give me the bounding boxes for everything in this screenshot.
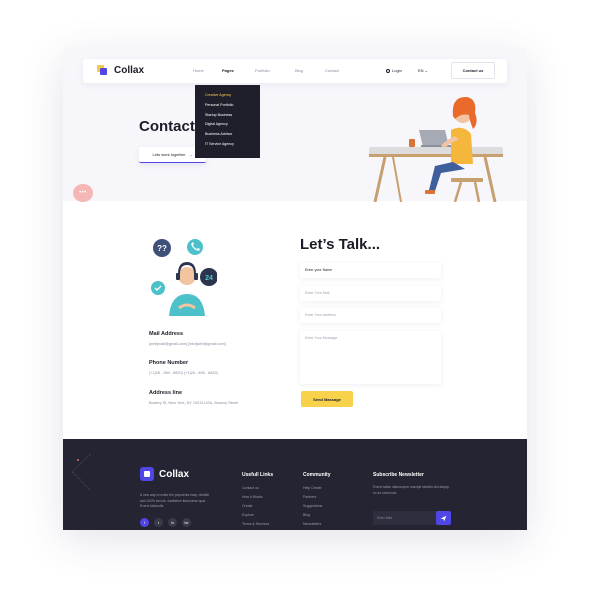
footer-link-help-center[interactable]: Help Center — [303, 486, 322, 490]
useful-links-title: Usefull Links — [242, 472, 274, 478]
dropdown-item-it-service-agency[interactable]: IT Service Agency — [195, 142, 260, 152]
chat-bubble-dots: ••• — [79, 190, 87, 196]
address-input[interactable]: Enter Your Address — [300, 308, 441, 323]
mail-address-value: [web]mail@gmail.com] [info]web@gmail.com… — [149, 342, 226, 346]
behance-icon[interactable]: be — [182, 518, 191, 527]
logo-icon — [97, 65, 108, 76]
social-links: f t in be — [140, 518, 191, 527]
dropdown-item-personal-portfolio[interactable]: Personal Portfolio — [195, 103, 260, 113]
nav-blog[interactable]: Blog — [295, 68, 303, 73]
dropdown-item-digital-agency[interactable]: Digital Agency — [195, 122, 260, 132]
login-label: Login — [392, 68, 402, 73]
address-line-title: Address line — [149, 390, 183, 396]
clock-24-icon: 24 — [205, 275, 213, 282]
footer-link-blog[interactable]: Blog — [303, 513, 310, 517]
dropdown-item-startup-business[interactable]: Startup Business — [195, 113, 260, 123]
form-title: Let’s Talk... — [300, 236, 381, 253]
nav-pages[interactable]: Pages — [222, 68, 234, 73]
brand-name: Collax — [114, 65, 145, 76]
dropdown-item-business-advisor[interactable]: Business Advisor — [195, 132, 260, 142]
footer-link-how-it-works[interactable]: How it Works — [242, 495, 263, 499]
login-link[interactable]: Login — [386, 68, 402, 73]
send-message-button[interactable]: Send Massage — [301, 391, 353, 407]
footer-link-create[interactable]: Create — [242, 504, 253, 508]
linkedin-icon[interactable]: in — [168, 518, 177, 527]
pages-dropdown-menu: Creative Agency Personal Portfolio Start… — [195, 85, 260, 158]
footer-logo-icon — [140, 467, 154, 481]
mail-address-title: Mail Address — [149, 331, 184, 337]
footer-brand-name: Collax — [159, 468, 190, 480]
footer-link-suggestions[interactable]: Suggestions — [303, 504, 322, 508]
question-icon: ?? — [157, 244, 167, 253]
footer-link-terms[interactable]: Terms & Services — [242, 522, 269, 526]
woman-at-desk-illustration — [369, 96, 503, 202]
dropdown-item-creative-agency[interactable]: Creative Agency — [195, 93, 260, 103]
navbar: Collax Home Pages Portfolio Blog Contact… — [83, 59, 507, 83]
footer-link-contact[interactable]: Contact us — [242, 486, 259, 490]
page-frame: Collax Home Pages Portfolio Blog Contact… — [63, 48, 527, 530]
user-icon — [386, 68, 390, 73]
newsletter-description: Exerci tation ullamcorper suscipit lobor… — [373, 485, 450, 495]
phone-number-value: (+1)26 - 569 - 8820) (+1)26 - 895 - 8820… — [149, 371, 218, 375]
facebook-icon[interactable]: f — [140, 518, 149, 527]
footer-link-partners[interactable]: Partners — [303, 495, 316, 499]
newsletter-submit-button[interactable] — [436, 511, 451, 525]
brand-logo[interactable]: Collax — [97, 65, 144, 76]
footer-logo[interactable]: Collax — [140, 467, 189, 481]
newsletter-title: Subscribe Newsletter — [373, 472, 424, 478]
footer-link-newsletters[interactable]: Newsletters — [303, 522, 321, 526]
footer-link-explore[interactable]: Explore — [242, 513, 254, 517]
hero-section: Collax Home Pages Portfolio Blog Contact… — [63, 48, 527, 202]
nav-contact[interactable]: Contact — [325, 68, 339, 73]
name-input[interactable]: Enter your Name — [300, 263, 441, 278]
address-line-value: Bowery St, New York, NY 10013,USA, Bower… — [149, 401, 239, 405]
community-title: Community — [303, 472, 331, 478]
send-icon — [440, 515, 447, 521]
nav-portfolio[interactable]: Portfolio — [255, 68, 270, 73]
contact-us-button[interactable]: Contact us — [451, 62, 495, 79]
footer-dot — [77, 459, 79, 461]
phone-number-title: Phone Number — [149, 360, 189, 366]
message-textarea[interactable]: Enter Your Message — [300, 331, 441, 384]
mail-input[interactable]: Enter Your Mail — [300, 286, 441, 301]
newsletter-email-input[interactable]: Enter Mail — [373, 511, 437, 525]
page-title: Contact — [139, 118, 195, 135]
twitter-icon[interactable]: t — [154, 518, 163, 527]
arrow-right-icon: → — [188, 152, 193, 157]
support-agent-illustration: ?? 24 — [151, 239, 217, 316]
hero-button-label: Lets work together — [152, 152, 186, 157]
language-select[interactable]: EN ⌄ — [418, 68, 428, 73]
footer: Collax A new way to make the payments ea… — [63, 439, 527, 530]
footer-description: A new way to make the payments easy, rel… — [140, 493, 210, 508]
nav-home[interactable]: Home — [193, 68, 204, 73]
chat-bubble-icon[interactable]: ••• — [73, 184, 93, 202]
